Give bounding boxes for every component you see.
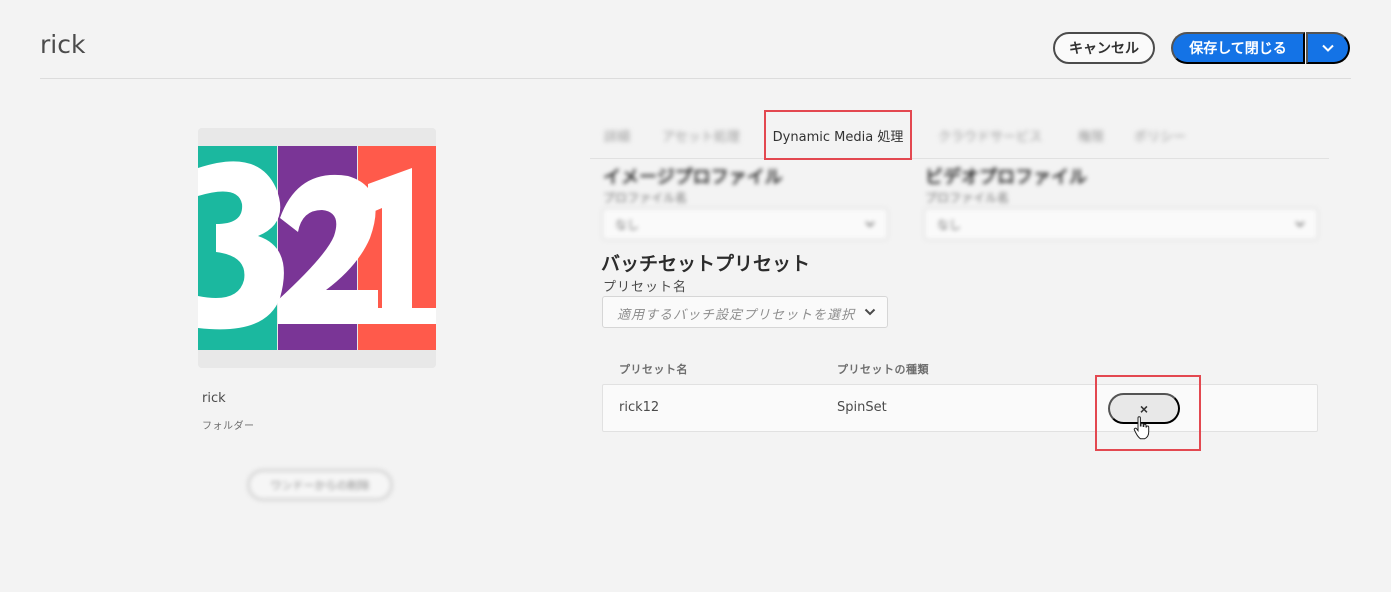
chevron-down-icon bbox=[1295, 221, 1305, 228]
properties-tabs: 詳細 アセット処理 クラウドサービス 権限 ポリシー bbox=[590, 110, 1330, 160]
blurred-action-button[interactable]: ワンドーからの削除 bbox=[247, 469, 393, 501]
tab-asset-processing[interactable]: アセット処理 bbox=[662, 126, 740, 145]
asset-thumbnail bbox=[198, 128, 436, 368]
cancel-button[interactable]: キャンセル bbox=[1053, 32, 1155, 64]
preset-type-cell: SpinSet bbox=[837, 400, 887, 415]
column-header-preset-name: プリセット名 bbox=[619, 363, 688, 376]
batch-set-placeholder: 適用するバッチ設定プリセットを選択 bbox=[617, 308, 856, 323]
image-profile-heading: イメージプロファイル bbox=[603, 167, 783, 188]
batch-set-heading: バッチセットプリセット bbox=[601, 253, 811, 275]
tab-details[interactable]: 詳細 bbox=[604, 126, 630, 145]
chevron-down-icon bbox=[864, 308, 876, 316]
preset-name-cell: rick12 bbox=[619, 400, 660, 415]
hand-cursor-icon bbox=[1133, 416, 1150, 440]
tab-dynamic-media-processing[interactable]: Dynamic Media 処理 bbox=[764, 110, 912, 160]
save-and-close-button[interactable]: 保存して閉じる bbox=[1171, 32, 1305, 64]
batch-set-field-label: プリセット名 bbox=[603, 280, 688, 295]
header-divider bbox=[40, 78, 1351, 79]
chevron-down-icon bbox=[865, 221, 875, 228]
video-profile-value: なし bbox=[937, 217, 962, 232]
asset-type: フォルダー bbox=[202, 421, 255, 432]
column-header-preset-type: プリセットの種類 bbox=[837, 363, 929, 376]
chevron-down-icon bbox=[1322, 44, 1334, 52]
tab-policies[interactable]: ポリシー bbox=[1134, 126, 1186, 145]
video-profile-heading: ビデオプロファイル bbox=[925, 167, 1087, 188]
batch-set-preset-select[interactable]: 適用するバッチ設定プリセットを選択 bbox=[602, 296, 888, 328]
image-profile-value: なし bbox=[615, 217, 640, 232]
video-profile-label: プロファイル名 bbox=[925, 191, 1010, 205]
tab-divider bbox=[590, 158, 1329, 159]
image-profile-label: プロファイル名 bbox=[603, 191, 688, 205]
table-row: rick12 SpinSet bbox=[602, 384, 1318, 432]
page-title: rick bbox=[40, 30, 86, 59]
tab-cloud-services[interactable]: クラウドサービス bbox=[938, 126, 1042, 145]
asset-name: rick bbox=[202, 391, 226, 406]
tab-permissions[interactable]: 権限 bbox=[1078, 126, 1104, 145]
video-profile-select[interactable]: なし bbox=[924, 208, 1318, 240]
image-profile-select[interactable]: なし bbox=[602, 208, 888, 240]
save-options-dropdown-button[interactable] bbox=[1306, 32, 1350, 64]
